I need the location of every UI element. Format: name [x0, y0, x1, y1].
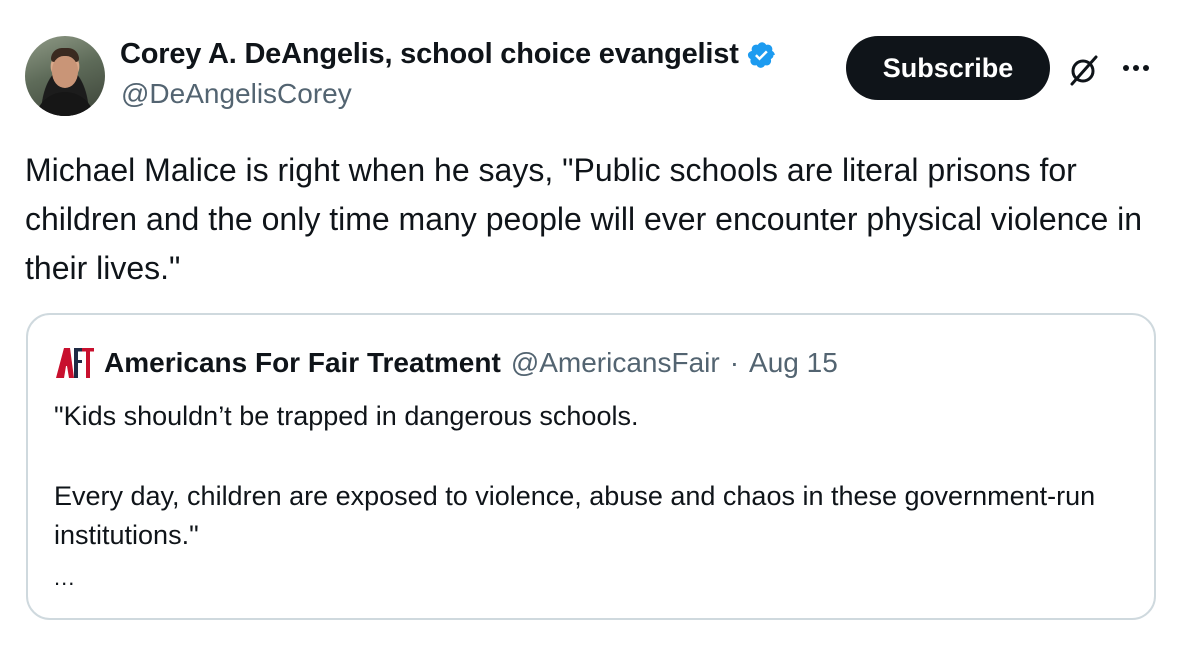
quoted-paragraph-2: Every day, children are exposed to viole… — [54, 481, 1096, 550]
quoted-tweet-card[interactable]: Americans For Fair Treatment @AmericansF… — [26, 313, 1156, 620]
avatar-shirt — [35, 92, 95, 116]
tweet-body-text: Michael Malice is right when he says, "P… — [25, 152, 1143, 286]
quoted-author-handle[interactable]: @AmericansFair — [511, 347, 720, 379]
author-handle[interactable]: @DeAngelisCorey — [121, 78, 352, 110]
verified-badge-icon[interactable] — [747, 40, 777, 70]
quoted-author-name[interactable]: Americans For Fair Treatment — [104, 347, 501, 379]
subscribe-button[interactable]: Subscribe — [846, 36, 1050, 100]
header-separator: · — [729, 347, 740, 378]
quoted-tweet-date[interactable]: Aug 15 — [749, 347, 838, 379]
author-display-name[interactable]: Corey A. DeAngelis, school choice evange… — [120, 38, 739, 71]
more-dots-icon[interactable] — [1118, 58, 1154, 78]
quoted-tweet-ellipsis: ... — [54, 565, 76, 590]
slashed-circle-icon[interactable] — [1066, 52, 1102, 88]
author-name-row: Corey A. DeAngelis, school choice evange… — [120, 38, 777, 71]
quoted-paragraph-1: "Kids shouldn’t be trapped in dangerous … — [54, 401, 639, 431]
quoted-tweet-text: "Kids shouldn’t be trapped in dangerous … — [54, 397, 1114, 555]
tweet: Corey A. DeAngelis, school choice evange… — [0, 0, 1190, 646]
author-avatar[interactable] — [25, 36, 105, 116]
quoted-tweet-header: Americans For Fair Treatment @AmericansF… — [54, 345, 838, 381]
avatar-face — [52, 56, 78, 88]
aft-logo-icon[interactable] — [54, 345, 94, 381]
